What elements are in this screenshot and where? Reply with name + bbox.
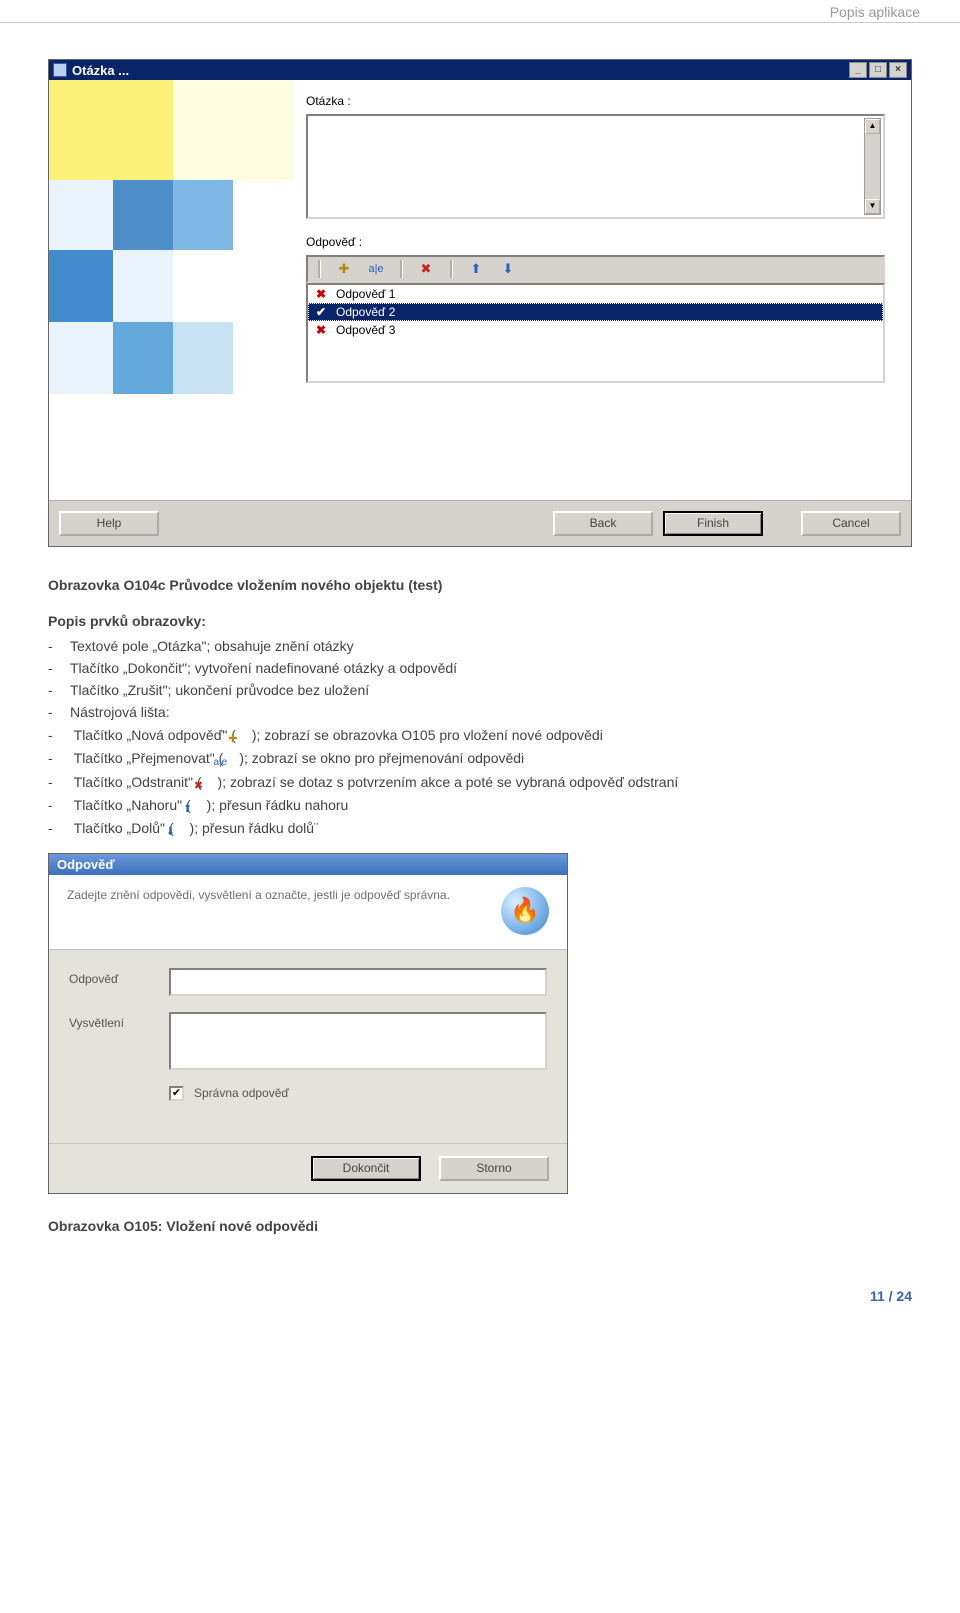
- answers-toolbar: ✚ a|e ✖ ⬆ ⬇: [306, 255, 885, 283]
- answer-dialog: Odpověď Zadejte znění odpovědi, vysvětle…: [48, 853, 568, 1194]
- explanation-textarea[interactable]: [169, 1012, 547, 1070]
- answer-input[interactable]: [169, 968, 547, 996]
- move-down-icon: ⬇: [174, 825, 190, 839]
- finish-button[interactable]: Finish: [663, 511, 763, 536]
- titlebar: Otázka ... _ □ ×: [49, 60, 911, 80]
- figure2-title: Obrazovka O105: Vložení nové odpovědi: [48, 1218, 912, 1234]
- fire-icon: 🔥: [501, 887, 549, 935]
- window-title: Otázka ...: [72, 63, 847, 78]
- delete-icon: ✖: [202, 779, 218, 793]
- desc-item: Textové pole „Otázka"; obsahuje znění ot…: [48, 636, 912, 656]
- wrong-mark-icon: ✖: [314, 323, 328, 337]
- dialog-ok-button[interactable]: Dokončit: [311, 1156, 421, 1181]
- minimize-button[interactable]: _: [849, 62, 867, 78]
- delete-icon[interactable]: ✖: [418, 261, 434, 277]
- dialog-title: Odpověď: [57, 857, 559, 872]
- answers-list[interactable]: ✖ Odpověď 1 ✔ Odpověď 2 ✖ Odpověď 3: [306, 283, 885, 383]
- explanation-field-label: Vysvětlení: [69, 1012, 159, 1030]
- answers-label: Odpověď :: [306, 235, 885, 249]
- scroll-up-icon[interactable]: ▲: [865, 119, 880, 134]
- desc-item: Tlačítko „Dokončit"; vytvoření nadefinov…: [48, 658, 912, 678]
- cancel-button[interactable]: Cancel: [801, 511, 901, 536]
- answer-text: Odpověď 1: [336, 287, 395, 301]
- wrong-mark-icon: ✖: [314, 287, 328, 301]
- new-answer-icon: ✚: [236, 732, 252, 746]
- back-button[interactable]: Back: [553, 511, 653, 536]
- dialog-cancel-button[interactable]: Storno: [439, 1156, 549, 1181]
- correct-mark-icon: ✔: [314, 305, 328, 319]
- desc-item: Tlačítko „Nahoru" (⬆); přesun řádku naho…: [48, 795, 912, 816]
- toolbar-separator: [318, 260, 320, 278]
- question-label: Otázka :: [306, 94, 885, 108]
- move-up-icon[interactable]: ⬆: [468, 261, 484, 277]
- desc-item: Tlačítko „Dolů" (⬇); přesun řádku dolů¨: [48, 818, 912, 839]
- desc-item: Tlačítko „Odstranit" (✖); zobrazí se dot…: [48, 772, 912, 793]
- move-up-icon: ⬆: [191, 802, 207, 816]
- rename-icon[interactable]: a|e: [368, 261, 384, 277]
- desc-item: Tlačítko „Zrušit"; ukončení průvodce bez…: [48, 680, 912, 700]
- new-answer-icon[interactable]: ✚: [336, 261, 352, 277]
- answer-text: Odpověď 3: [336, 323, 395, 337]
- toolbar-separator: [400, 260, 402, 278]
- app-icon: [53, 63, 67, 77]
- wizard-window: Otázka ... _ □ × Otázka :: [48, 59, 912, 547]
- answer-field-label: Odpověď: [69, 968, 159, 986]
- wizard-side-graphic: [49, 80, 294, 500]
- dialog-footer: Dokončit Storno: [49, 1143, 567, 1193]
- close-button[interactable]: ×: [889, 62, 907, 78]
- answer-text: Odpověď 2: [336, 305, 395, 319]
- answer-row-selected[interactable]: ✔ Odpověď 2: [308, 303, 883, 321]
- help-button[interactable]: Help: [59, 511, 159, 536]
- desc-subhead: Popis prvků obrazovky:: [48, 611, 912, 631]
- desc-item: Tlačítko „Nová odpověď" (✚); zobrazí se …: [48, 725, 912, 746]
- question-textarea[interactable]: ▲ ▼: [306, 114, 885, 219]
- dialog-hint: Zadejte znění odpovědi, vysvětlení a ozn…: [67, 887, 491, 935]
- answer-row[interactable]: ✖ Odpověď 1: [308, 285, 883, 303]
- page-number: 11 / 24: [0, 1258, 960, 1324]
- desc-item: Tlačítko „Přejmenovat" (a|e); zobrazí se…: [48, 748, 912, 770]
- scrollbar[interactable]: ▲ ▼: [864, 118, 881, 215]
- page-header: Popis aplikace: [0, 0, 960, 23]
- checkbox-label: Správna odpověď: [194, 1086, 289, 1100]
- rename-icon: a|e: [223, 756, 239, 770]
- desc-item: Nástrojová lišta:: [48, 702, 912, 722]
- correct-answer-checkbox[interactable]: ✔: [169, 1086, 184, 1101]
- scroll-down-icon[interactable]: ▼: [865, 199, 880, 214]
- figure-description: Obrazovka O104c Průvodce vložením nového…: [48, 575, 912, 839]
- dialog-titlebar: Odpověď: [49, 854, 567, 875]
- toolbar-separator: [450, 260, 452, 278]
- answer-row[interactable]: ✖ Odpověď 3: [308, 321, 883, 339]
- figure-title: Obrazovka O104c Průvodce vložením nového…: [48, 575, 912, 595]
- wizard-footer: Help Back Finish Cancel: [49, 500, 911, 546]
- move-down-icon[interactable]: ⬇: [500, 261, 516, 277]
- maximize-button[interactable]: □: [869, 62, 887, 78]
